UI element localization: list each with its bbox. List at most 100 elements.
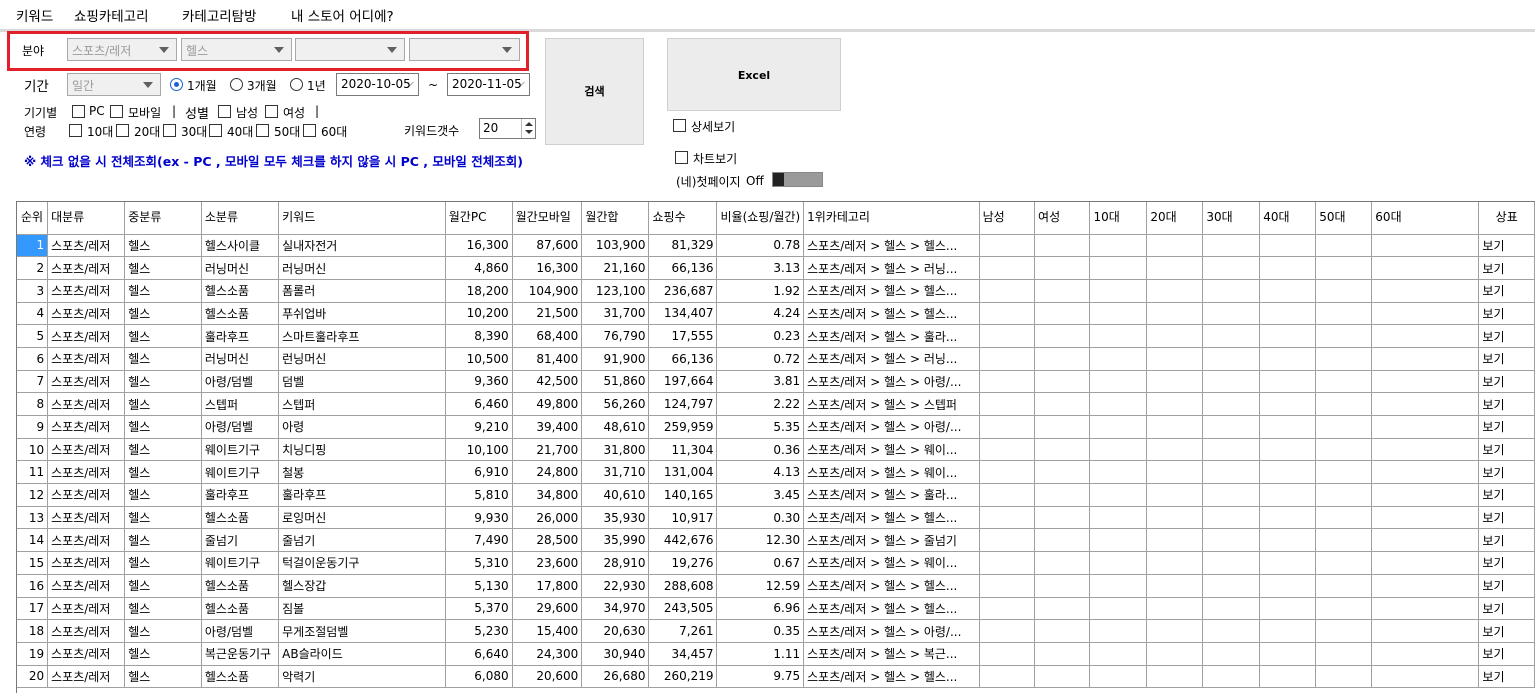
view-link[interactable]: 보기 bbox=[1478, 665, 1535, 689]
column-header[interactable]: 남성 bbox=[979, 202, 1036, 235]
view-link[interactable]: 보기 bbox=[1478, 302, 1535, 326]
menu-keyword[interactable]: 키워드 bbox=[16, 5, 53, 25]
keyword-count-spinner[interactable]: 20 bbox=[479, 118, 536, 139]
column-header[interactable]: 월간모바일 bbox=[512, 202, 583, 235]
field-select-1[interactable]: 스포츠/레저 bbox=[67, 38, 177, 61]
column-header[interactable]: 상표 bbox=[1478, 202, 1535, 235]
menu-category-explore[interactable]: 카테고리탐방 bbox=[182, 5, 257, 25]
radio-1month[interactable] bbox=[170, 78, 183, 91]
menu-shopping-category[interactable]: 쇼핑카테고리 bbox=[74, 5, 149, 25]
column-header[interactable]: 20대 bbox=[1146, 202, 1204, 235]
table-row[interactable]: 2 스포츠/레저 헬스 러닝머신 러닝머신 4,860 16,300 21,160 66,136… bbox=[17, 256, 1535, 280]
device-mobile-checkbox[interactable] bbox=[110, 105, 123, 118]
table-row[interactable]: 3 스포츠/레저 헬스 헬스소품 폼롤러 18,200 104,900 123,100 236,… bbox=[17, 279, 1535, 303]
gender-female-label[interactable]: 여성 bbox=[283, 104, 305, 121]
column-header[interactable]: 월간합 bbox=[581, 202, 650, 235]
view-link[interactable]: 보기 bbox=[1478, 551, 1535, 575]
view-link[interactable]: 보기 bbox=[1478, 460, 1535, 485]
column-header[interactable]: 여성 bbox=[1034, 202, 1091, 235]
table-row[interactable]: 9 스포츠/레저 헬스 아령/덤벨 아령 9,210 39,400 48,610 259,959… bbox=[17, 415, 1535, 439]
table-row[interactable]: 12 스포츠/레저 헬스 훌라후프 훌라후프 5,810 34,800 40,610 140,1… bbox=[17, 483, 1535, 507]
detail-view-label[interactable]: 상세보기 bbox=[691, 118, 735, 135]
chart-view-checkbox[interactable] bbox=[675, 151, 688, 164]
table-row[interactable]: 11 스포츠/레저 헬스 웨이트기구 철봉 6,910 24,800 31,710 131,00… bbox=[17, 460, 1535, 485]
age-60-checkbox[interactable] bbox=[303, 124, 316, 137]
table-row[interactable]: 17 스포츠/레저 헬스 헬스소품 짐볼 5,370 29,600 34,970 243,505… bbox=[17, 597, 1535, 621]
menu-my-store[interactable]: 내 스토어 어디에? bbox=[291, 5, 394, 25]
column-header[interactable]: 순위 bbox=[17, 202, 49, 235]
search-button[interactable]: 검색 bbox=[545, 38, 644, 145]
age-30-checkbox[interactable] bbox=[163, 124, 176, 137]
table-row[interactable]: 16 스포츠/레저 헬스 헬스소품 헬스장갑 5,130 17,800 22,930 288,6… bbox=[17, 574, 1535, 598]
column-header[interactable]: 쇼핑수 bbox=[648, 202, 718, 235]
view-link[interactable]: 보기 bbox=[1478, 347, 1535, 371]
table-row[interactable]: 8 스포츠/레저 헬스 스텝퍼 스텝퍼 6,460 49,800 56,260 124,797 2… bbox=[17, 392, 1535, 416]
table-row[interactable]: 10 스포츠/레저 헬스 웨이트기구 치닝디핑 10,100 21,700 31,800 11,… bbox=[17, 438, 1535, 462]
table-row[interactable]: 13 스포츠/레저 헬스 헬스소품 로잉머신 9,930 26,000 35,930 10,91… bbox=[17, 506, 1535, 530]
radio-3month[interactable] bbox=[230, 78, 243, 91]
view-link[interactable]: 보기 bbox=[1478, 279, 1535, 303]
age-50-label[interactable]: 50대 bbox=[274, 123, 300, 140]
field-select-3[interactable] bbox=[295, 38, 405, 61]
table-row[interactable]: 7 스포츠/레저 헬스 아령/덤벨 덤벨 9,360 42,500 51,860 197,664… bbox=[17, 370, 1535, 394]
view-link[interactable]: 보기 bbox=[1478, 370, 1535, 394]
device-pc-checkbox[interactable] bbox=[72, 105, 85, 118]
view-link[interactable]: 보기 bbox=[1478, 415, 1535, 439]
excel-button[interactable]: Excel bbox=[667, 38, 841, 111]
gender-female-checkbox[interactable] bbox=[265, 105, 278, 118]
view-link[interactable]: 보기 bbox=[1478, 234, 1535, 258]
table-row[interactable]: 5 스포츠/레저 헬스 훌라후프 스마트훌라후프 8,390 68,400 76,790 17,… bbox=[17, 324, 1535, 348]
column-header[interactable]: 소분류 bbox=[201, 202, 280, 235]
table-row[interactable]: 19 스포츠/레저 헬스 복근운동기구 AB슬라이드 6,640 24,300 30,940 3… bbox=[17, 642, 1535, 666]
column-header[interactable]: 50대 bbox=[1315, 202, 1373, 235]
view-link[interactable]: 보기 bbox=[1478, 256, 1535, 280]
column-header[interactable]: 10대 bbox=[1089, 202, 1148, 235]
column-header[interactable]: 비율(쇼핑/월간) bbox=[716, 202, 805, 235]
age-20-label[interactable]: 20대 bbox=[134, 123, 160, 140]
age-30-label[interactable]: 30대 bbox=[181, 123, 207, 140]
column-header[interactable]: 60대 bbox=[1371, 202, 1480, 235]
age-10-label[interactable]: 10대 bbox=[87, 123, 113, 140]
table-row[interactable]: 6 스포츠/레저 헬스 러닝머신 런닝머신 10,500 81,400 91,900 66,13… bbox=[17, 347, 1535, 371]
gender-male-label[interactable]: 남성 bbox=[236, 104, 258, 121]
column-header[interactable]: 40대 bbox=[1259, 202, 1317, 235]
column-header[interactable]: 월간PC bbox=[445, 202, 513, 235]
period-select[interactable]: 일간 bbox=[67, 73, 161, 96]
age-40-label[interactable]: 40대 bbox=[227, 123, 253, 140]
radio-1month-label[interactable]: 1개월 bbox=[187, 77, 217, 94]
age-60-label[interactable]: 60대 bbox=[321, 123, 347, 140]
age-20-checkbox[interactable] bbox=[116, 124, 129, 137]
view-link[interactable]: 보기 bbox=[1478, 438, 1535, 462]
gender-male-checkbox[interactable] bbox=[218, 105, 231, 118]
view-link[interactable]: 보기 bbox=[1478, 324, 1535, 348]
view-link[interactable]: 보기 bbox=[1478, 597, 1535, 621]
device-pc-label[interactable]: PC bbox=[89, 104, 105, 118]
view-link[interactable]: 보기 bbox=[1478, 392, 1535, 416]
table-row[interactable]: 4 스포츠/레저 헬스 헬스소품 푸쉬업바 10,200 21,500 31,700 134,4… bbox=[17, 302, 1535, 326]
spinner-buttons[interactable] bbox=[521, 119, 535, 138]
radio-1year-label[interactable]: 1년 bbox=[307, 77, 326, 94]
radio-3month-label[interactable]: 3개월 bbox=[247, 77, 277, 94]
column-header[interactable]: 키워드 bbox=[278, 202, 446, 235]
detail-view-checkbox[interactable] bbox=[673, 119, 686, 132]
age-50-checkbox[interactable] bbox=[256, 124, 269, 137]
chart-view-label[interactable]: 차트보기 bbox=[693, 150, 737, 167]
table-row[interactable]: 18 스포츠/레저 헬스 아령/덤벨 무게조절덤벨 5,230 15,400 20,630 7,… bbox=[17, 619, 1535, 643]
radio-1year[interactable] bbox=[290, 78, 303, 91]
age-40-checkbox[interactable] bbox=[209, 124, 222, 137]
spin-down-icon[interactable] bbox=[525, 130, 533, 134]
column-header[interactable]: 1위카테고리 bbox=[803, 202, 980, 235]
table-row[interactable]: 20 스포츠/레저 헬스 헬스소품 악력기 6,080 20,600 26,680 260,21… bbox=[17, 665, 1535, 689]
view-link[interactable]: 보기 bbox=[1478, 619, 1535, 643]
toggle-knob[interactable] bbox=[773, 173, 784, 186]
view-link[interactable]: 보기 bbox=[1478, 642, 1535, 666]
table-row[interactable]: 1 스포츠/레저 헬스 헬스사이클 실내자전거 16,300 87,600 103,900 81… bbox=[17, 234, 1535, 258]
field-select-4[interactable] bbox=[409, 38, 520, 61]
column-header[interactable]: 30대 bbox=[1202, 202, 1261, 235]
view-link[interactable]: 보기 bbox=[1478, 506, 1535, 530]
first-page-toggle[interactable] bbox=[772, 172, 823, 187]
view-link[interactable]: 보기 bbox=[1478, 483, 1535, 507]
column-header[interactable]: 대분류 bbox=[47, 202, 126, 235]
table-row[interactable]: 15 스포츠/레저 헬스 웨이트기구 턱걸이운동기구 5,310 23,600 28,910 1… bbox=[17, 551, 1535, 575]
device-mobile-label[interactable]: 모바일 bbox=[128, 104, 161, 121]
